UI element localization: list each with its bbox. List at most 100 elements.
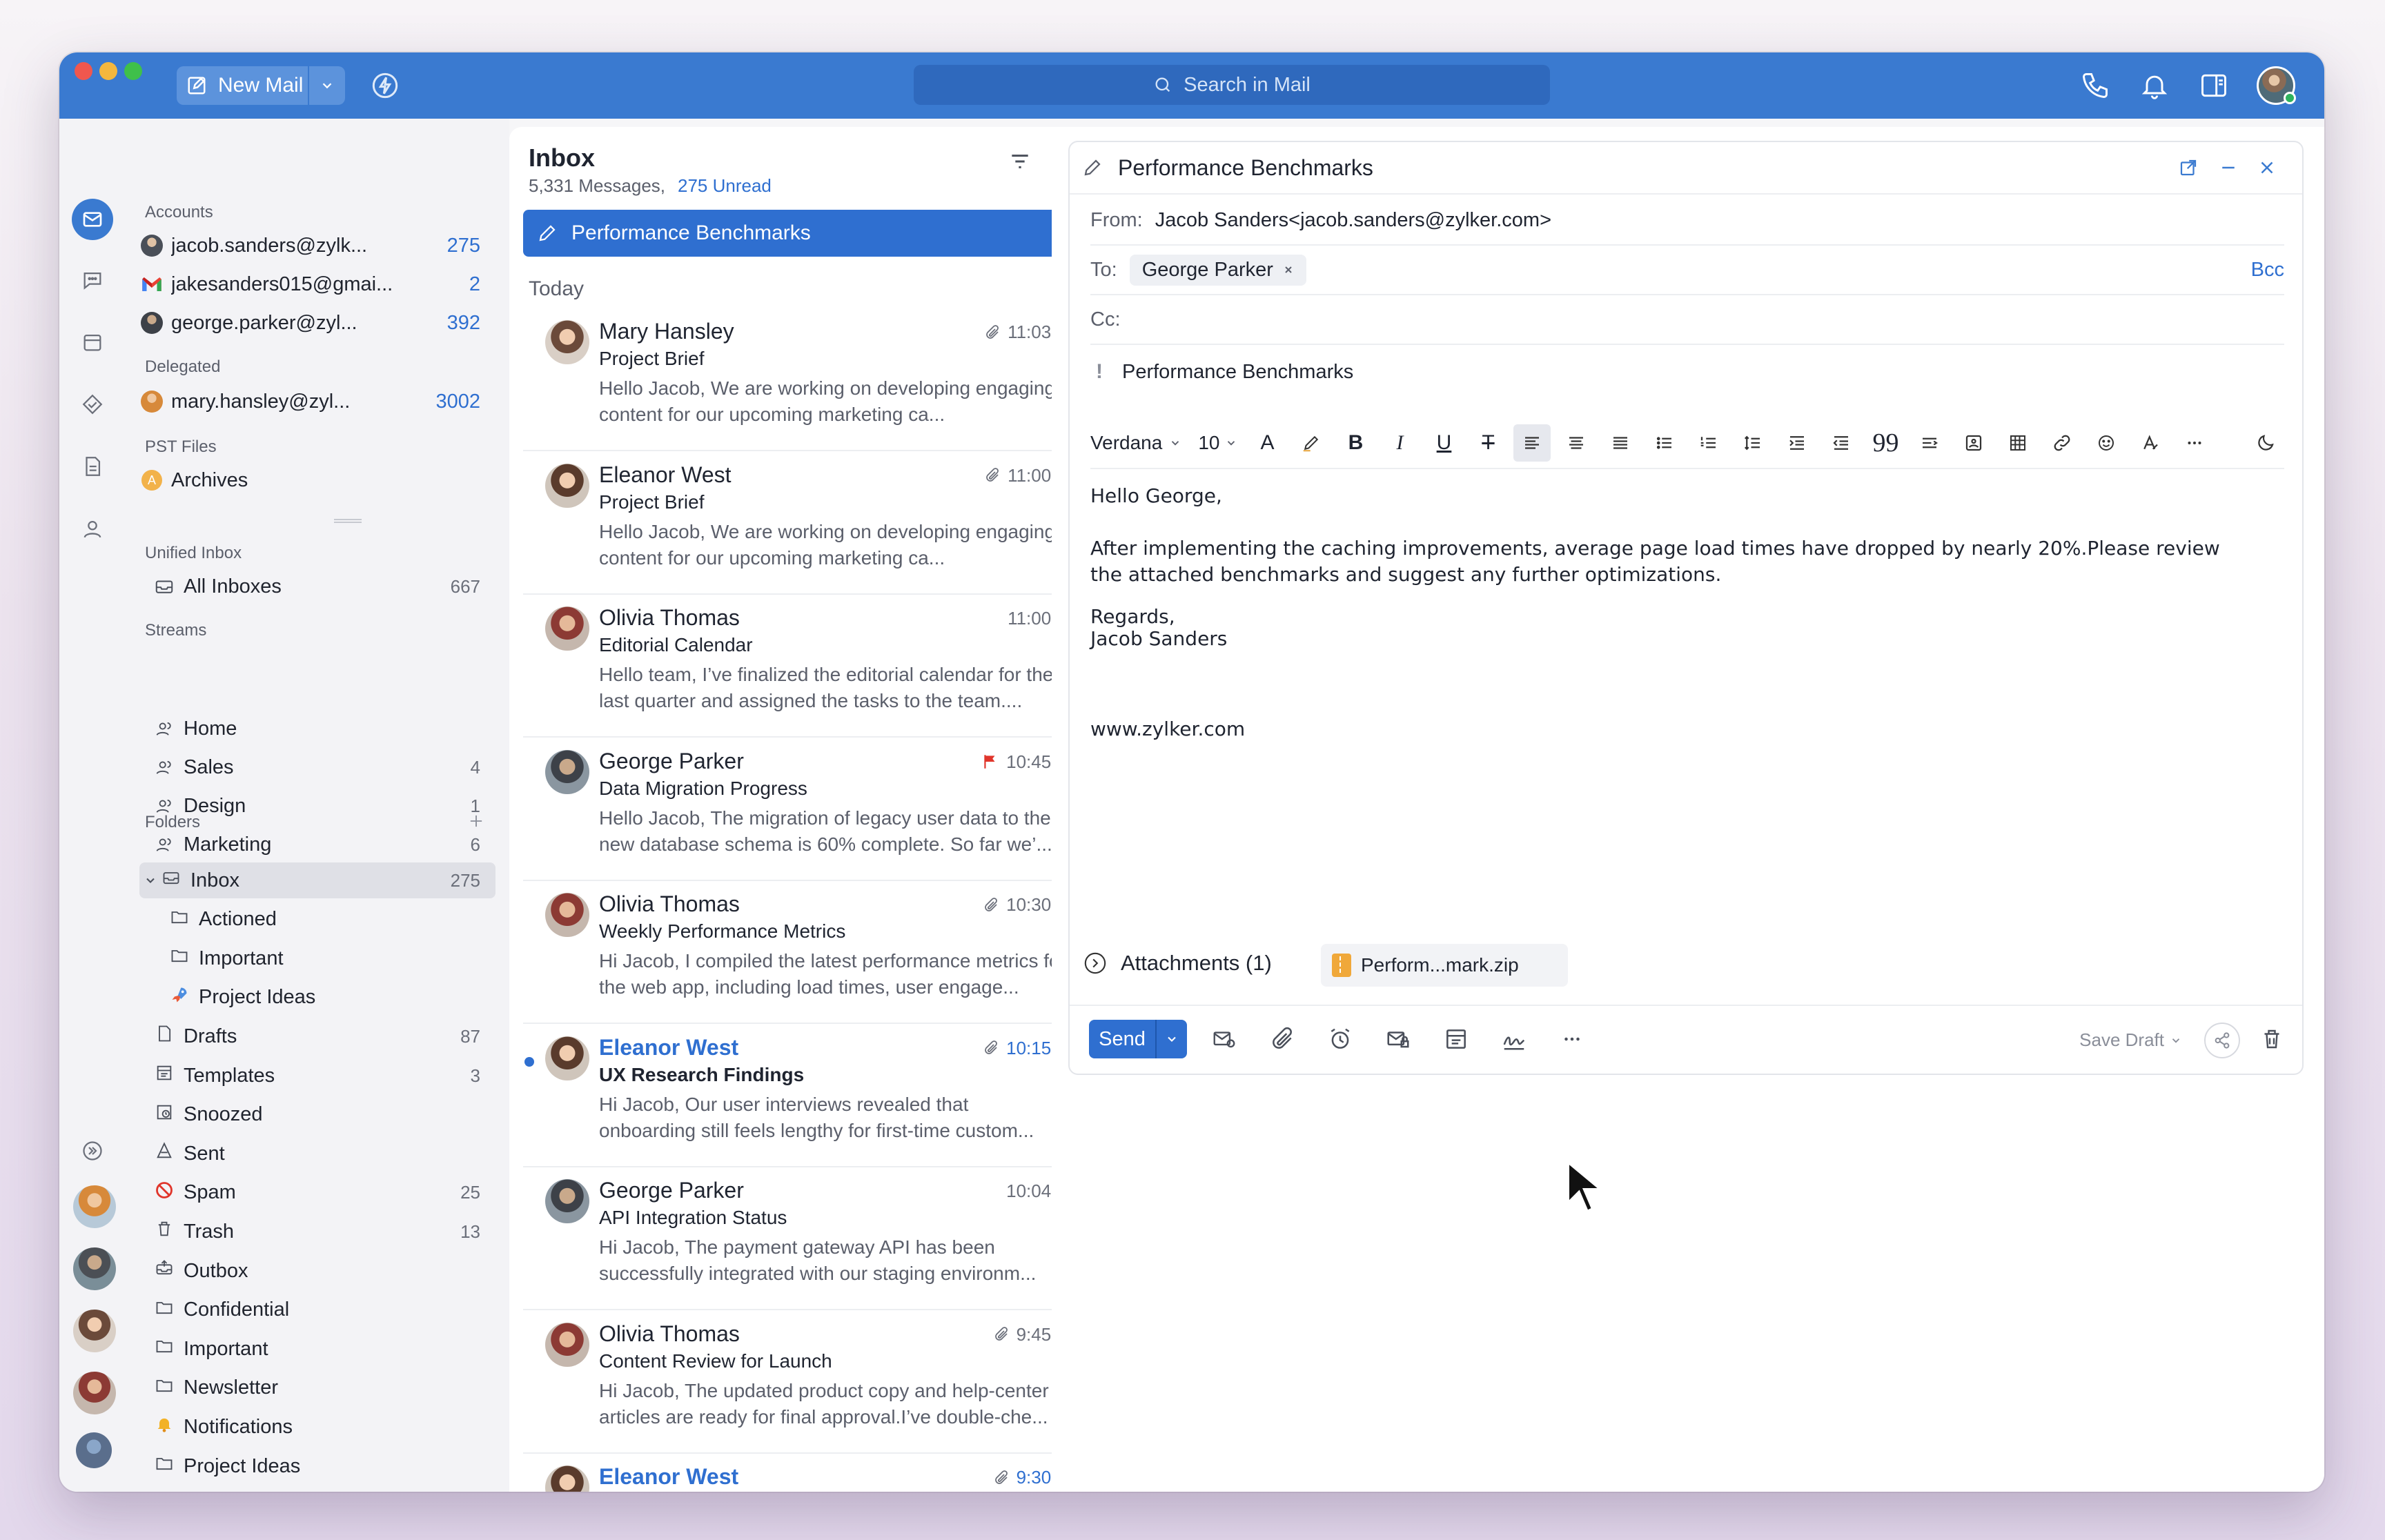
save-draft-button[interactable]: Save Draft (2079, 1029, 2182, 1051)
highlight-icon[interactable] (1293, 424, 1330, 462)
account-george[interactable]: george.parker@zyl... 392 (139, 305, 495, 341)
draft-banner[interactable]: Performance Benchmarks (523, 210, 1093, 257)
expand-rail-icon[interactable] (72, 1130, 113, 1172)
attachment-file[interactable]: Perform...mark.zip (1321, 944, 1568, 987)
attach-icon[interactable] (1266, 1023, 1299, 1056)
bullet-list-icon[interactable] (1646, 424, 1683, 462)
rail-calendar-icon[interactable] (72, 322, 113, 363)
signature-icon[interactable] (1498, 1023, 1531, 1056)
insert-image-icon[interactable] (1955, 424, 1992, 462)
folder-templates[interactable]: Templates 3 (139, 1058, 495, 1094)
new-mail-dropdown[interactable] (308, 66, 345, 105)
outdent-icon[interactable] (1823, 424, 1860, 462)
send-button[interactable]: Send (1089, 1020, 1187, 1058)
close-window-button[interactable] (75, 62, 92, 80)
folder-snoozed[interactable]: Snoozed (139, 1097, 495, 1133)
italic-icon[interactable]: I (1381, 424, 1418, 462)
attachments-toggle[interactable]: Attachments (1) (1083, 951, 1272, 976)
delete-draft-icon[interactable] (2255, 1023, 2288, 1056)
stream-sales[interactable]: Sales 4 (139, 749, 495, 785)
priority-icon[interactable]: ! (1096, 360, 1103, 384)
schedule-alarm-icon[interactable] (1324, 1023, 1357, 1056)
new-mail-button[interactable]: New Mail (177, 66, 345, 105)
panel-resize-handle[interactable] (334, 519, 362, 523)
contact-avatar[interactable] (73, 1185, 116, 1228)
format-painter-icon[interactable] (1911, 424, 1948, 462)
recipient-chip[interactable]: George Parker (1129, 254, 1306, 286)
list-item[interactable]: George Parker Data Migration Progress Hell… (523, 739, 1093, 881)
to-row[interactable]: To: George Parker Bcc (1090, 246, 2284, 295)
add-folder-icon[interactable] (467, 811, 486, 831)
account-jacob[interactable]: jacob.sanders@zylk... 275 (139, 228, 495, 264)
rail-contacts-icon[interactable] (72, 508, 113, 549)
list-item[interactable]: Olivia Thomas Editorial Calendar Hello tea… (523, 595, 1093, 738)
bcc-link[interactable]: Bcc (2251, 259, 2284, 282)
rail-tasks-icon[interactable] (72, 384, 113, 425)
font-color-icon[interactable]: A (1248, 424, 1286, 462)
folder-notifications[interactable]: Notifications (139, 1409, 495, 1445)
clear-format-icon[interactable] (2132, 424, 2169, 462)
account-mary[interactable]: mary.hansley@zyl... 3002 (139, 384, 495, 419)
message-body-editor[interactable]: Hello George, After implementing the cac… (1090, 483, 2291, 742)
list-item[interactable]: Eleanor West UX Research Findings Hi Jacob… (523, 1025, 1093, 1167)
quick-actions-bolt-icon[interactable] (371, 72, 399, 99)
folder-inbox[interactable]: Inbox 275 (139, 862, 495, 898)
contact-avatar[interactable] (76, 1432, 112, 1468)
contact-avatar[interactable] (73, 1247, 116, 1290)
emoji-icon[interactable] (2088, 424, 2125, 462)
email-options-icon[interactable] (1208, 1023, 1241, 1056)
align-center-icon[interactable] (1558, 424, 1595, 462)
subject-row[interactable]: ! Performance Benchmarks (1090, 345, 2284, 399)
list-item[interactable]: Olivia Thomas Weekly Performance Metrics H… (523, 882, 1093, 1024)
folder-drafts[interactable]: Drafts 87 (139, 1018, 495, 1054)
secure-mail-icon[interactable] (1382, 1023, 1415, 1056)
list-item[interactable]: George Parker API Integration Status Hi Ja… (523, 1168, 1093, 1310)
folder-all-inboxes[interactable]: All Inboxes 667 (139, 569, 495, 604)
user-avatar[interactable] (2257, 66, 2296, 105)
underline-icon[interactable]: U (1425, 424, 1462, 462)
phone-icon[interactable] (2080, 70, 2110, 101)
bell-icon[interactable] (2139, 70, 2170, 101)
line-spacing-icon[interactable] (1734, 424, 1771, 462)
list-item[interactable]: Mary Hansley Project Brief Hello Jacob, We… (523, 309, 1093, 451)
folder-archives[interactable]: A Archives (139, 462, 495, 498)
more-actions-icon[interactable] (1555, 1023, 1589, 1056)
flag-icon[interactable] (981, 753, 999, 771)
font-family-select[interactable]: Verdana (1090, 432, 1181, 454)
contact-avatar[interactable] (73, 1310, 116, 1352)
folder-zconnect[interactable]: ZConnect (139, 1488, 495, 1492)
align-left-icon[interactable] (1513, 424, 1551, 462)
align-justify-icon[interactable] (1602, 424, 1639, 462)
font-size-select[interactable]: 10 (1198, 432, 1237, 454)
share-icon[interactable] (2204, 1023, 2240, 1058)
folder-project-ideas[interactable]: Project Ideas (139, 1448, 495, 1484)
send-options-dropdown[interactable] (1155, 1020, 1187, 1058)
minimize-window-button[interactable] (99, 62, 117, 80)
rail-feedback-icon[interactable] (72, 1489, 113, 1492)
folder-important[interactable]: Important (139, 1331, 495, 1367)
reading-pane-icon[interactable] (2199, 70, 2229, 101)
indent-icon[interactable] (1778, 424, 1816, 462)
cc-row[interactable]: Cc: (1090, 295, 2284, 345)
folder-project-ideas[interactable]: Project Ideas (139, 980, 495, 1016)
account-gmail[interactable]: jakesanders015@gmai... 2 (139, 266, 495, 302)
list-item[interactable]: Eleanor West Project Brief Hello Jacob, We… (523, 453, 1093, 595)
rail-mail-icon[interactable] (72, 199, 113, 240)
list-item[interactable]: Eleanor West 9:30 AM (523, 1454, 1093, 1492)
folder-newsletter[interactable]: Newsletter (139, 1370, 495, 1406)
folder-outbox[interactable]: Outbox (139, 1253, 495, 1289)
zoom-window-button[interactable] (124, 62, 142, 80)
dark-mode-icon[interactable] (2247, 424, 2284, 462)
unread-count-link[interactable]: 275 Unread (678, 175, 772, 196)
folder-sent[interactable]: Sent (139, 1136, 495, 1172)
chevron-down-icon[interactable] (144, 873, 157, 887)
folder-important[interactable]: Important (139, 940, 495, 976)
minimize-icon[interactable] (2218, 157, 2239, 178)
rail-chat-icon[interactable] (72, 259, 113, 301)
insert-link-icon[interactable] (2043, 424, 2081, 462)
strikethrough-icon[interactable]: T (1469, 424, 1506, 462)
template-icon[interactable] (1440, 1023, 1473, 1056)
rail-notes-icon[interactable] (72, 446, 113, 487)
folder-actioned[interactable]: Actioned (139, 902, 495, 938)
from-row[interactable]: From: Jacob Sanders<jacob.sanders@zylker… (1090, 196, 2284, 246)
